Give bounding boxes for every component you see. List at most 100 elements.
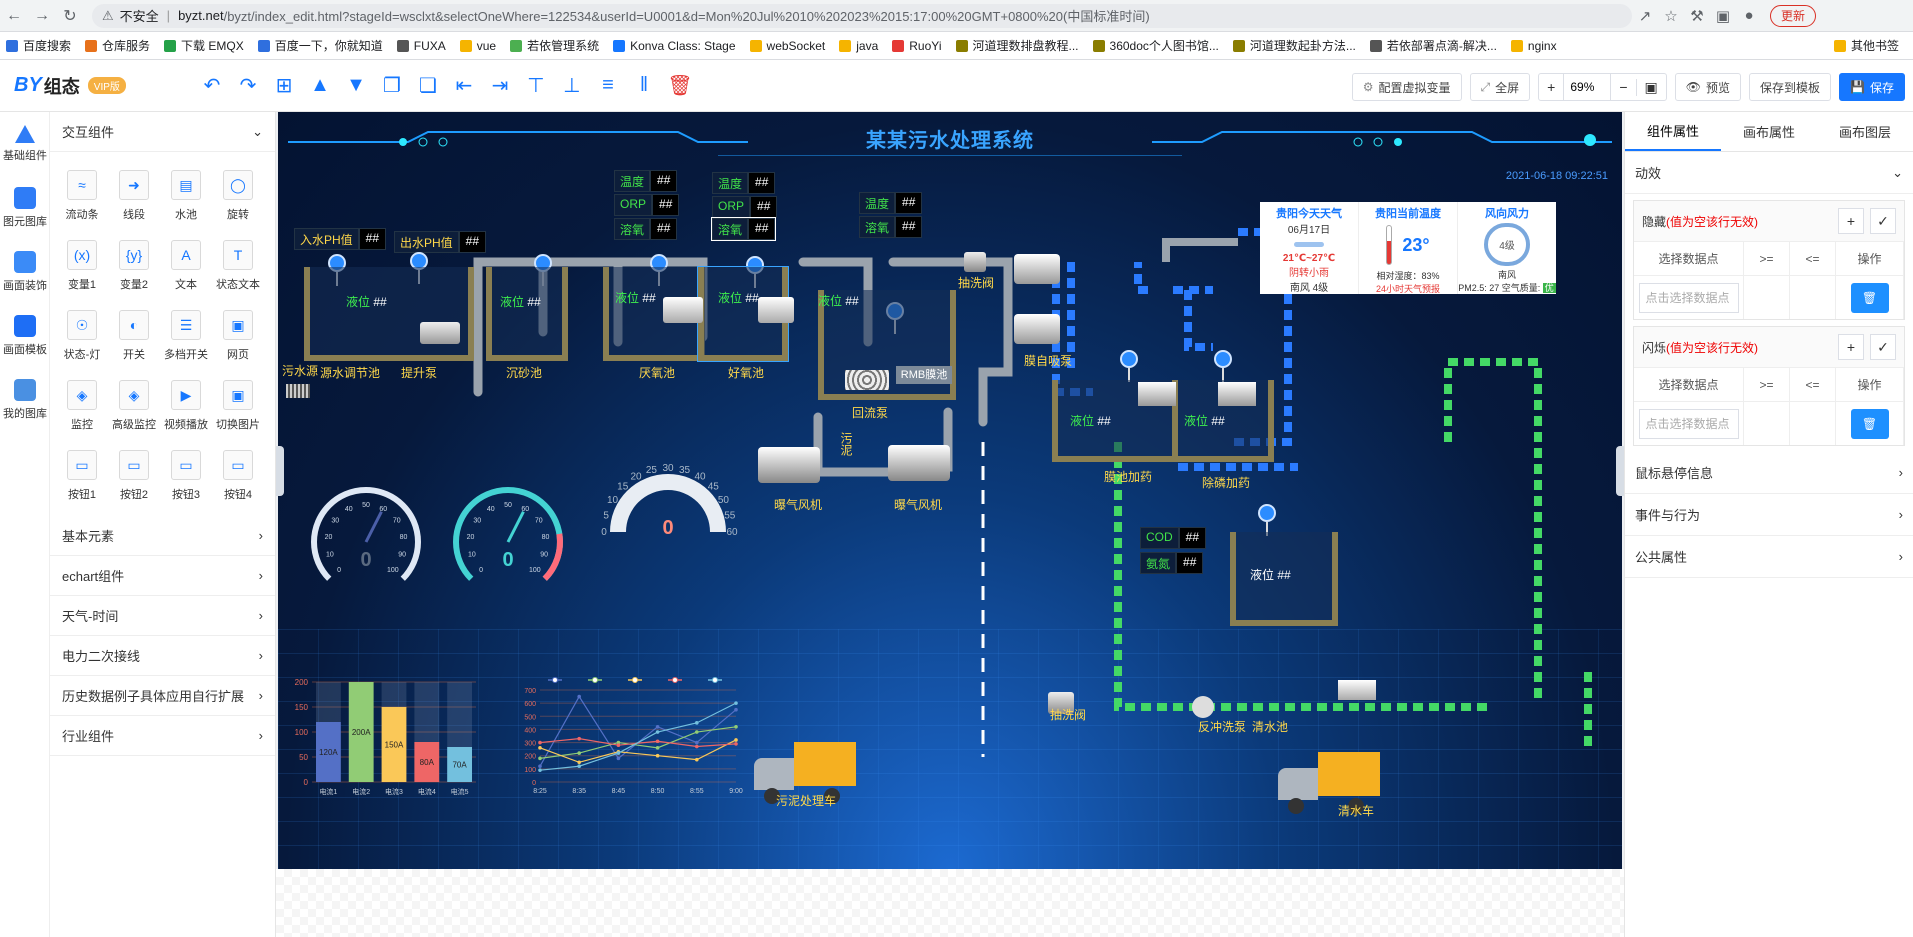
canvas-collapse-handle-right[interactable]: [1616, 446, 1624, 496]
component-item[interactable]: ☉ 状态-灯: [56, 302, 108, 370]
component-item[interactable]: {y} 变量2: [108, 232, 160, 300]
tab-component-props[interactable]: 组件属性: [1625, 112, 1721, 151]
bookmark-item[interactable]: java: [839, 39, 878, 53]
reload-icon[interactable]: ↻: [56, 2, 84, 30]
bookmark-item[interactable]: 仓库服务: [85, 37, 150, 54]
sidebar-icon[interactable]: ▣: [1710, 7, 1736, 25]
profile-icon[interactable]: ●: [1736, 7, 1762, 24]
component-item[interactable]: A 文本: [160, 232, 212, 300]
bookmark-item[interactable]: 若依部署点滴-解决...: [1369, 37, 1497, 54]
bookmark-item[interactable]: RuoYi: [892, 39, 942, 53]
undo-icon[interactable]: ↶: [194, 68, 230, 104]
delete-icon[interactable]: 🗑: [662, 68, 698, 104]
component-item[interactable]: T 状态文本: [212, 232, 264, 300]
section-events[interactable]: 事件与行为 ›: [1625, 494, 1913, 536]
bookmark-item[interactable]: vue: [459, 39, 496, 53]
bookmark-item[interactable]: 若依管理系统: [510, 37, 599, 54]
component-item[interactable]: ▭ 按钮1: [56, 442, 108, 510]
section-item[interactable]: 行业组件 ›: [50, 716, 275, 756]
trash-icon[interactable]: 🗑: [1850, 408, 1889, 439]
flash-ge-input[interactable]: [1744, 401, 1790, 445]
star-icon[interactable]: ☆: [1658, 7, 1684, 25]
hide-le-input[interactable]: [1790, 275, 1836, 319]
bookmark-item[interactable]: Konva Class: Stage: [613, 39, 736, 53]
section-animation[interactable]: 动效 ⌄: [1625, 152, 1913, 194]
flash-point-input[interactable]: 点击选择数据点: [1638, 408, 1739, 439]
config-vars-button[interactable]: ⚙ 配置虚拟变量: [1351, 73, 1462, 101]
layer-up-icon[interactable]: ▲: [302, 68, 338, 104]
fullscreen-button[interactable]: ⤢ 全屏: [1469, 73, 1531, 101]
save-template-button[interactable]: 保存到模板: [1749, 73, 1832, 101]
component-item[interactable]: ▶ 视频播放: [160, 372, 212, 440]
layer-down-icon[interactable]: ▼: [338, 68, 374, 104]
component-item[interactable]: ▭ 按钮4: [212, 442, 264, 510]
update-button[interactable]: 更新: [1770, 4, 1817, 27]
section-item[interactable]: echart组件 ›: [50, 556, 275, 596]
align-right-icon[interactable]: ⇥: [482, 68, 518, 104]
bookmark-item[interactable]: FUXA: [396, 39, 446, 53]
bookmark-item[interactable]: 下载 EMQX: [164, 37, 244, 54]
bookmark-item[interactable]: 其他书签: [1833, 37, 1899, 54]
section-common-props[interactable]: 公共属性 ›: [1625, 536, 1913, 578]
rail-item-basic[interactable]: 基础组件: [0, 112, 50, 176]
zoom-out-button[interactable]: −: [1611, 79, 1635, 95]
align-middle-icon[interactable]: ‖: [626, 68, 662, 104]
section-item[interactable]: 电力二次接线 ›: [50, 636, 275, 676]
hide-ge-input[interactable]: [1744, 275, 1790, 319]
align-center-icon[interactable]: ≡: [590, 68, 626, 104]
address-bar[interactable]: ⚠ 不安全 | byzt.net /byzt/index_edit.html?s…: [92, 3, 1632, 28]
component-item[interactable]: (x) 变量1: [56, 232, 108, 300]
align-left-icon[interactable]: ⇤: [446, 68, 482, 104]
rail-item-decoration[interactable]: 画面装饰: [0, 240, 50, 304]
bookmark-item[interactable]: 河道理数起卦方法...: [1232, 37, 1356, 54]
section-hover-info[interactable]: 鼠标悬停信息 ›: [1625, 452, 1913, 494]
component-item[interactable]: ◈ 监控: [56, 372, 108, 440]
tab-canvas-props[interactable]: 画布属性: [1721, 112, 1817, 151]
confirm-button[interactable]: ✓: [1870, 334, 1896, 360]
tab-canvas-layers[interactable]: 画布图层: [1817, 112, 1913, 151]
section-item[interactable]: 天气-时间 ›: [50, 596, 275, 636]
add-icon[interactable]: ⊞: [266, 68, 302, 104]
component-item[interactable]: ▣ 网页: [212, 302, 264, 370]
bookmark-item[interactable]: 百度一下，你就知道: [257, 37, 383, 54]
add-row-button[interactable]: +: [1838, 208, 1864, 234]
rail-item-template[interactable]: 画面模板: [0, 304, 50, 368]
preview-button[interactable]: 👁 预览: [1674, 73, 1742, 101]
component-item[interactable]: ▭ 按钮2: [108, 442, 160, 510]
confirm-button[interactable]: ✓: [1870, 208, 1896, 234]
component-item[interactable]: ◐ 开关: [108, 302, 160, 370]
redo-icon[interactable]: ↷: [230, 68, 266, 104]
ungroup-icon[interactable]: ❏: [410, 68, 446, 104]
extension-icon[interactable]: ⚒: [1684, 7, 1710, 25]
section-item[interactable]: 历史数据例子具体应用自行扩展 ›: [50, 676, 275, 716]
save-button[interactable]: 💾 保存: [1839, 73, 1905, 101]
back-icon[interactable]: ←: [0, 2, 28, 30]
scada-canvas[interactable]: 某某污水处理系统 2021-06-18 09:22:51 污水源 入水PH值 #…: [278, 112, 1622, 869]
component-item[interactable]: ◈ 高级监控: [108, 372, 160, 440]
bookmark-item[interactable]: nginx: [1510, 39, 1557, 53]
section-item[interactable]: 基本元素 ›: [50, 516, 275, 556]
component-item[interactable]: ◯ 旋转: [212, 162, 264, 230]
component-item[interactable]: ☰ 多档开关: [160, 302, 212, 370]
zoom-input[interactable]: [1563, 74, 1612, 100]
bookmark-item[interactable]: webSocket: [749, 39, 825, 53]
align-bottom-icon[interactable]: ⊥: [554, 68, 590, 104]
component-item[interactable]: ➜ 线段: [108, 162, 160, 230]
add-row-button[interactable]: +: [1838, 334, 1864, 360]
component-item[interactable]: ▣ 切换图片: [212, 372, 264, 440]
align-top-icon[interactable]: ⊤: [518, 68, 554, 104]
rail-item-mine[interactable]: 我的图库: [0, 368, 50, 432]
forward-icon[interactable]: →: [28, 2, 56, 30]
group-icon[interactable]: ❐: [374, 68, 410, 104]
component-item[interactable]: ≈ 流动条: [56, 162, 108, 230]
flash-le-input[interactable]: [1790, 401, 1836, 445]
zoom-in-button[interactable]: +: [1539, 79, 1563, 95]
bookmark-item[interactable]: 360doc个人图书馆...: [1092, 37, 1219, 54]
canvas-collapse-handle[interactable]: [276, 446, 284, 496]
bookmark-item[interactable]: 河道理数排盘教程...: [955, 37, 1079, 54]
section-interactive[interactable]: 交互组件 ⌄: [50, 112, 275, 152]
bookmark-item[interactable]: 百度搜索: [6, 37, 71, 54]
rail-item-gallery[interactable]: 图元图库: [0, 176, 50, 240]
component-item[interactable]: ▭ 按钮3: [160, 442, 212, 510]
share-icon[interactable]: ↗: [1632, 7, 1658, 25]
